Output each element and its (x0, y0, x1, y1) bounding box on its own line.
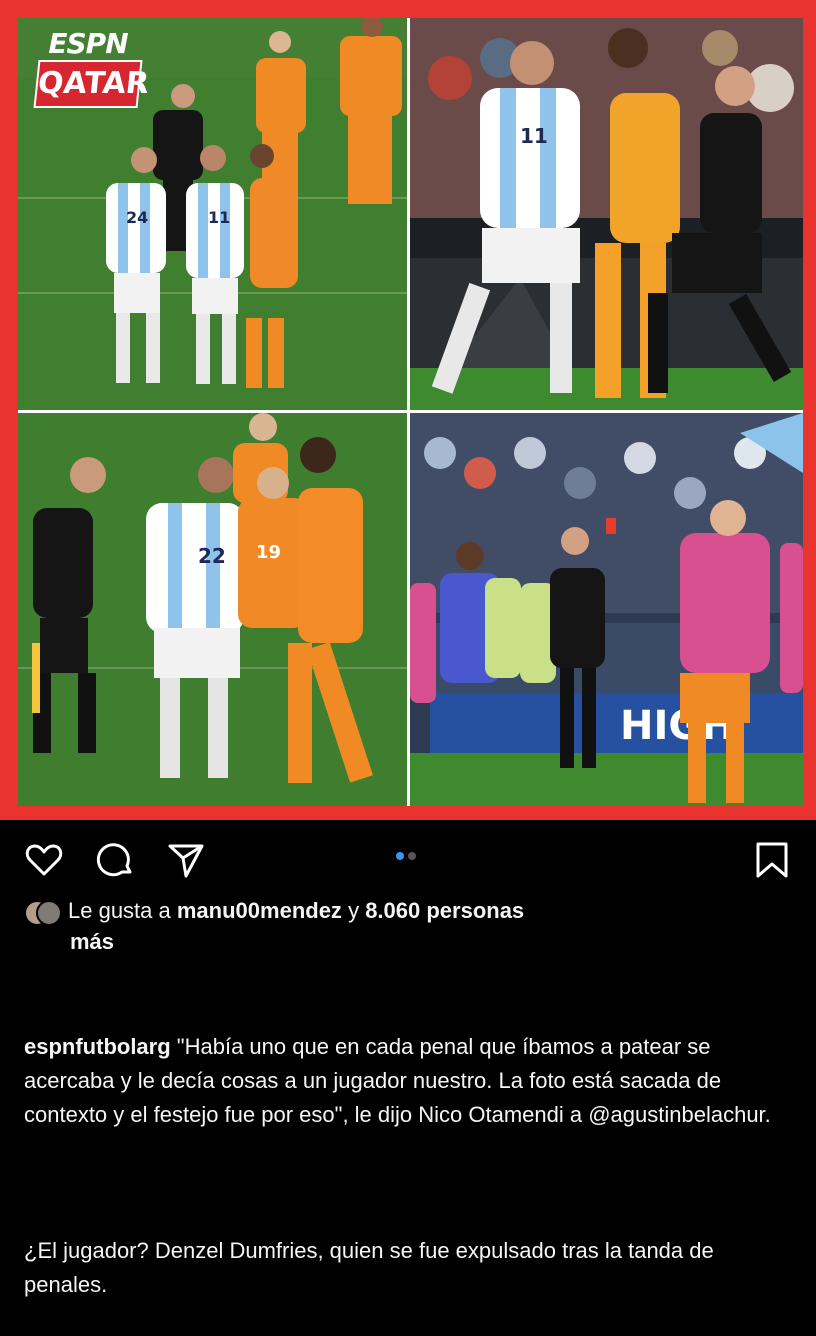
likes-summary[interactable]: Le gusta a manu00mendez y 8.060 personas… (24, 896, 724, 957)
espn-qatar-logo: ESPN QATAR (33, 27, 151, 108)
espn-wordmark: ESPN (48, 27, 128, 60)
jersey-number: 22 (198, 544, 226, 568)
photo-collage: 24 11 ESPN QATAR 11 22 19 HIGH (18, 18, 803, 806)
jersey-number: 24 (126, 208, 148, 227)
likes-connector: y (348, 898, 360, 923)
liker-avatars (24, 897, 62, 927)
jersey-number: 11 (208, 208, 230, 227)
likes-prefix: Le gusta a (68, 898, 171, 923)
bookmark-icon[interactable] (752, 840, 792, 880)
heart-icon[interactable] (24, 840, 64, 880)
photo-top-right: 11 (410, 18, 803, 410)
avatar (36, 900, 62, 927)
jersey-number: 11 (520, 124, 548, 148)
photo-top-left: 24 11 ESPN QATAR (18, 18, 407, 410)
caption-text-2: ¿El jugador? Denzel Dumfries, quien se f… (24, 1238, 720, 1297)
post-image[interactable]: 24 11 ESPN QATAR 11 22 19 HIGH (0, 0, 816, 820)
jersey-number: 19 (256, 542, 281, 563)
comment-icon[interactable] (96, 840, 136, 880)
carousel-indicator (396, 852, 416, 860)
likes-count[interactable]: 8.060 personas (365, 898, 524, 923)
caption-username[interactable]: espnfutbolarg (24, 1034, 171, 1059)
post-caption: espnfutbolarg "Había uno que en cada pen… (24, 962, 794, 1336)
carousel-dot-active (396, 852, 404, 860)
carousel-dot (408, 852, 416, 860)
photo-bottom-left: 22 19 (18, 413, 407, 806)
likes-suffix[interactable]: más (24, 927, 724, 957)
photo-bottom-right: HIGH (410, 413, 803, 806)
qatar-wordmark: QATAR (33, 60, 151, 108)
share-icon[interactable] (166, 840, 206, 880)
liker-username[interactable]: manu00mendez (177, 898, 342, 923)
